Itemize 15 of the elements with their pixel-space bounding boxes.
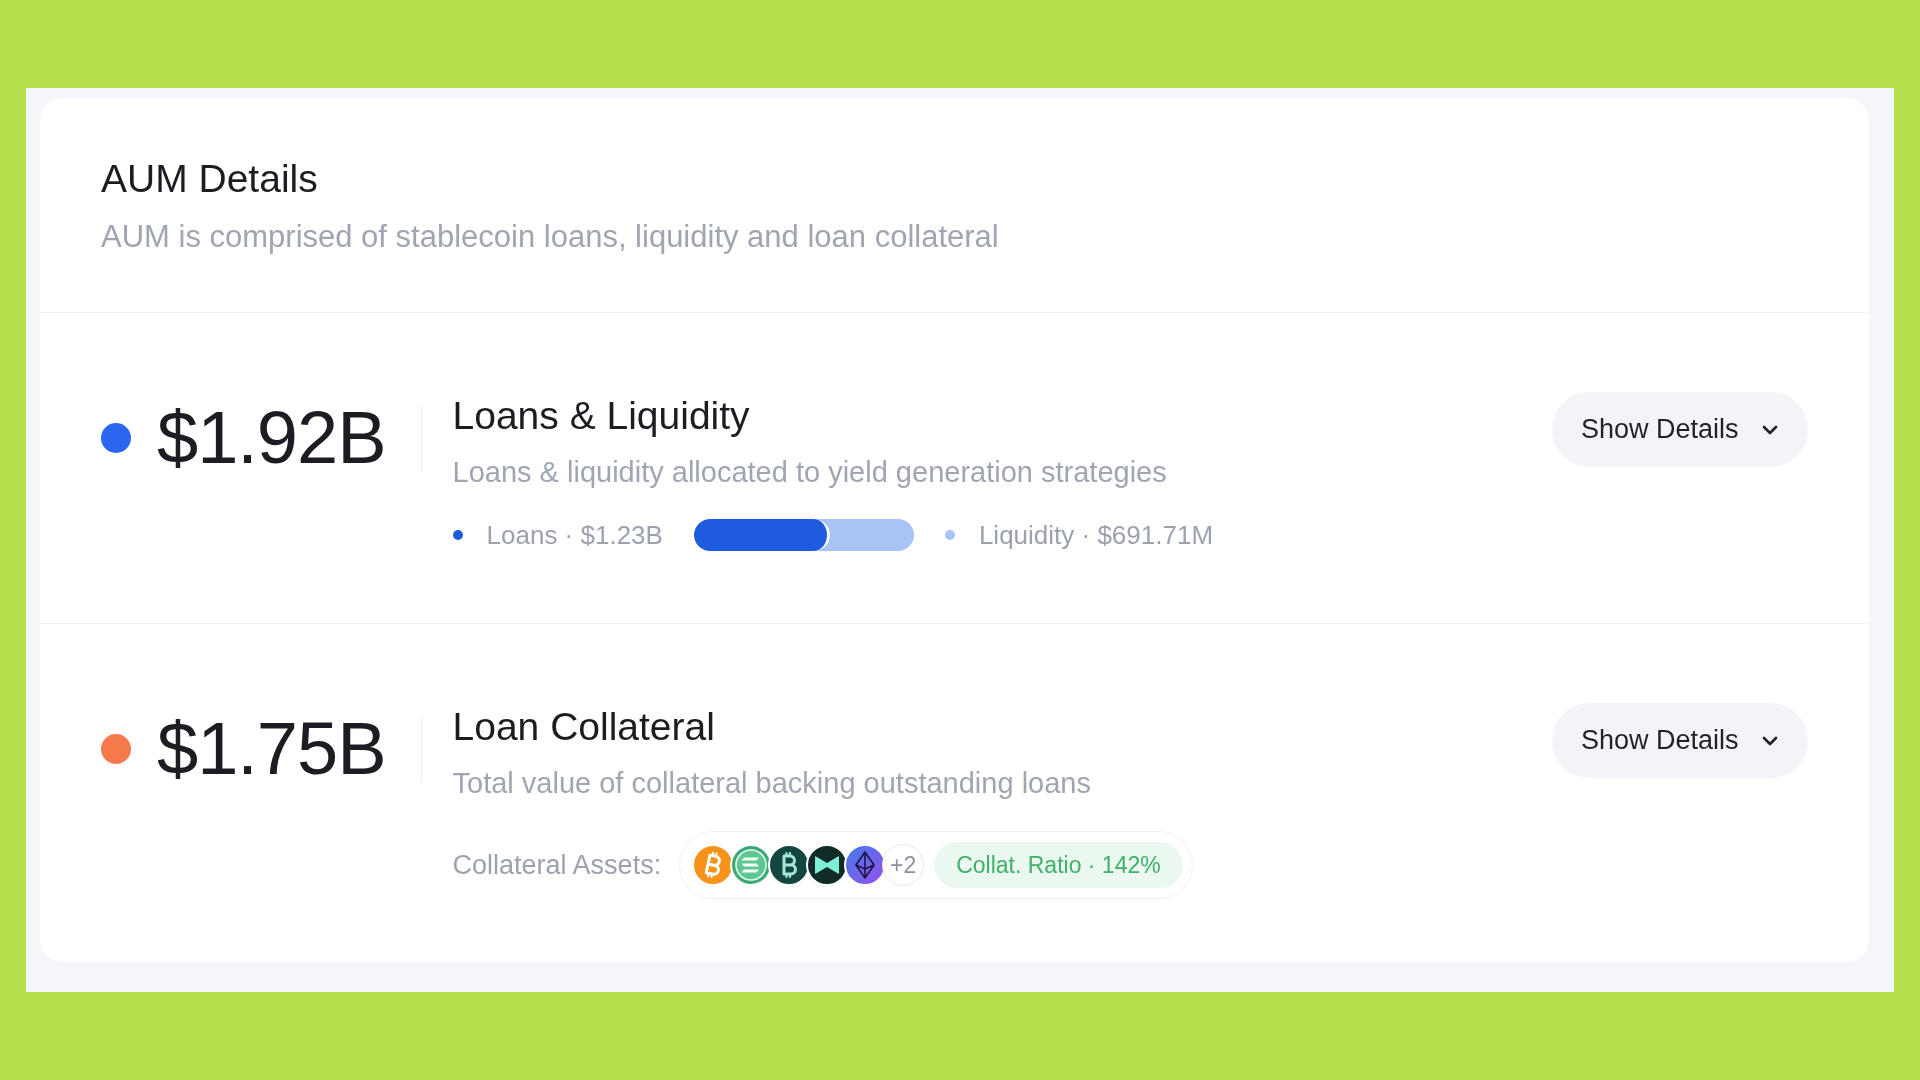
legend-label: Liquidity · $691.71M (978, 519, 1214, 551)
section-description: Loans & liquidity allocated to yield generation strategies (452, 455, 1167, 490)
amount-value: $1.75B (157, 709, 386, 789)
section-description: Total value of collateral backing outstanding loans (452, 766, 1091, 801)
collateral-ratio-chip: Collat. Ratio · 142% (934, 842, 1183, 888)
amount-value: $1.92B (157, 398, 386, 478)
card-subtitle: AUM is comprised of stablecoin loans, liquidity and loan collateral (101, 219, 999, 255)
more-assets-count: +2 (882, 844, 925, 886)
assets-label: Collateral Assets: (452, 849, 662, 882)
section-title: Loan Collateral (452, 704, 715, 750)
card-title: AUM Details (101, 156, 318, 202)
legend-label: Loans · $1.23B (486, 519, 663, 551)
details-button[interactable]: Show Details (1552, 392, 1808, 467)
details-button[interactable]: Show Details (1552, 703, 1808, 778)
section-title: Loans & Liquidity (452, 393, 750, 439)
